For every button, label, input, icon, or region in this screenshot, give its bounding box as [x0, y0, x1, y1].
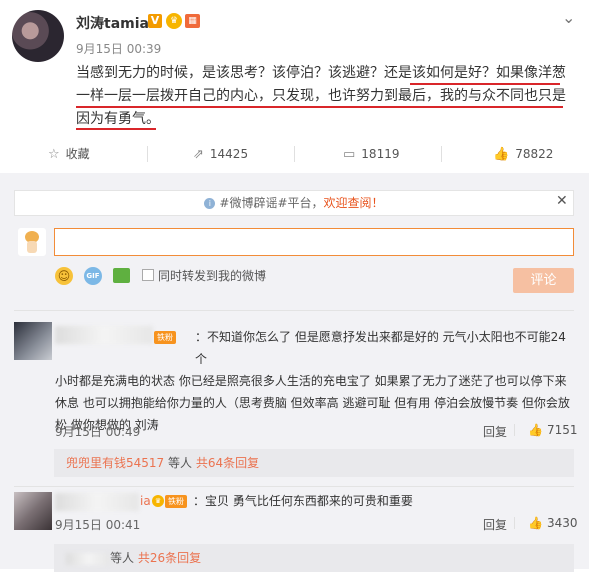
post-text-line: 一样一层一层拨开自己的内心，只发现，也许努力到最后，我的与众不同也只是: [76, 88, 566, 104]
fan-badge: 铁粉: [165, 495, 187, 508]
divider: [14, 310, 574, 311]
thumbs-up-icon: 👍: [528, 423, 543, 437]
post-text-line: 当感到无力的时候，是该思考？该停泊？该逃避？还是该如何是好？如果像洋葱: [76, 65, 566, 81]
close-icon[interactable]: ✕: [556, 193, 568, 209]
divider: [294, 146, 295, 162]
divider: [514, 517, 515, 529]
reply-button[interactable]: 回复: [483, 423, 507, 440]
like-button[interactable]: 👍 78822: [493, 140, 553, 168]
comment-date: 9月15日 00:49: [55, 425, 141, 439]
star-icon: ☆: [48, 147, 60, 162]
highlight-underline: [76, 128, 156, 130]
image-icon[interactable]: [113, 268, 130, 283]
post-text: 当感到无力的时候，是该思考？该停泊？该逃避？还是该如何是好？如果像洋葱 一样一层…: [76, 62, 574, 131]
comment-date: 9月15日 00:41: [55, 518, 141, 532]
sub-reply-summary[interactable]: 等人 共26条回复: [54, 544, 574, 572]
thumbs-up-icon: 👍: [493, 147, 510, 162]
sub-reply-summary[interactable]: 兜兜里有钱54517 等人 共64条回复: [54, 449, 574, 477]
commenter-name-suffix[interactable]: ia: [140, 490, 151, 512]
vip-crown-icon: ♛: [152, 495, 164, 507]
post-date[interactable]: 9月15日 00:39: [76, 40, 161, 57]
submit-comment-button[interactable]: 评论: [513, 268, 574, 293]
comment-input[interactable]: [54, 228, 574, 256]
emoji-icon[interactable]: ☺: [55, 267, 73, 285]
member-medal-icon: ▦: [185, 14, 200, 28]
gif-icon[interactable]: GIF: [84, 267, 102, 285]
author-name[interactable]: 刘涛tamia: [76, 13, 149, 33]
action-bar: ☆ 收藏 ⇗ 14425 ▭ 18119 👍 78822: [0, 140, 589, 168]
sub-reply-user[interactable]: [66, 552, 110, 565]
repost-icon: ⇗: [193, 147, 204, 162]
repost-button[interactable]: ⇗ 14425: [193, 140, 248, 168]
thumbs-up-icon: 👍: [528, 516, 543, 530]
forward-label: 同时转发到我的微博: [158, 269, 267, 283]
divider: [441, 146, 442, 162]
comment-like-button[interactable]: 👍 7151: [528, 423, 578, 437]
highlight-underline: [410, 83, 560, 85]
commenter-avatar[interactable]: [14, 322, 52, 360]
divider: [14, 486, 574, 487]
commenter-name[interactable]: [55, 493, 139, 511]
commenter-avatar[interactable]: [14, 492, 52, 530]
info-icon: i: [204, 198, 216, 209]
comment-button[interactable]: ▭ 18119: [343, 140, 399, 168]
comment-icon: ▭: [343, 147, 356, 162]
author-avatar[interactable]: [12, 10, 64, 62]
my-avatar: [18, 228, 46, 256]
chevron-down-icon[interactable]: ⌄: [562, 8, 575, 27]
rumor-notice[interactable]: i #微博辟谣#平台，欢迎查阅！: [14, 190, 574, 216]
vip-crown-icon: ♛: [166, 13, 182, 29]
forward-checkbox[interactable]: [142, 269, 154, 281]
divider: [147, 146, 148, 162]
highlight-underline: [76, 106, 563, 108]
reply-button[interactable]: 回复: [483, 516, 507, 533]
verified-badge: V: [148, 14, 162, 28]
favorite-button[interactable]: ☆ 收藏: [48, 140, 90, 168]
divider: [514, 424, 515, 436]
comment-text: ：宝贝 勇气比任何东西都来的可贵和重要: [193, 494, 413, 508]
comment-like-button[interactable]: 👍 3430: [528, 516, 578, 530]
comment-text: ：不知道你怎么了 但是愿意抒发出来都是好的 元气小太阳也不可能24个 小时都是充…: [55, 330, 570, 432]
